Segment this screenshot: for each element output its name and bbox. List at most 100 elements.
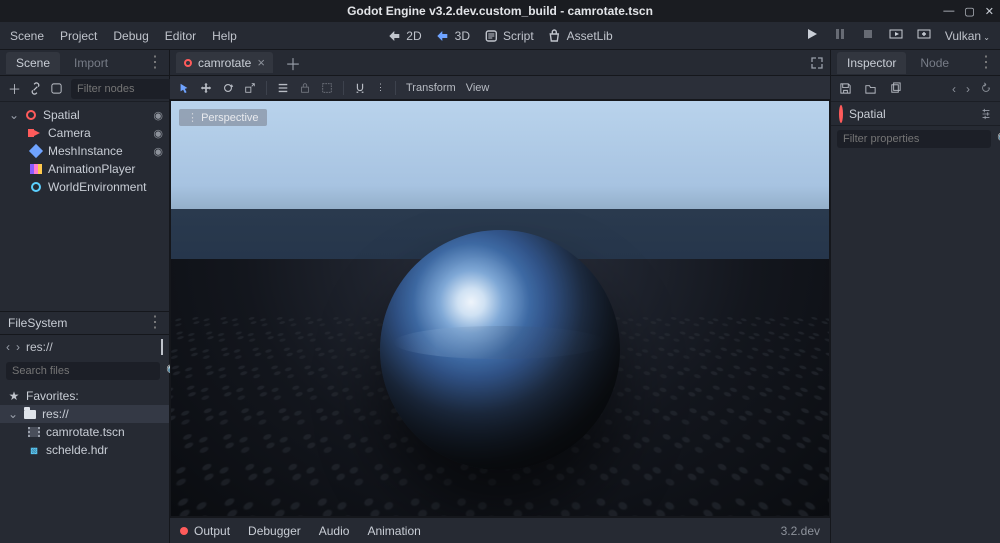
local-coords-button[interactable]: [277, 82, 289, 94]
select-mode-button[interactable]: [178, 82, 190, 94]
menu-debug[interactable]: Debug: [113, 29, 148, 43]
inspector-tools-button[interactable]: [980, 108, 992, 120]
visibility-toggle-icon[interactable]: ◉: [153, 109, 163, 122]
script-icon: [484, 29, 498, 43]
inspector-save-button[interactable]: [839, 82, 852, 95]
filesystem-view-mode-button[interactable]: [161, 340, 163, 354]
instance-scene-button[interactable]: [29, 82, 42, 95]
inspector-object-name[interactable]: Spatial: [849, 107, 886, 121]
star-icon: ★: [8, 390, 20, 402]
scale-mode-button[interactable]: [244, 82, 256, 94]
tree-node-worldenvironment[interactable]: WorldEnvironment: [0, 178, 169, 196]
tab-node[interactable]: Node: [910, 52, 959, 74]
group-button[interactable]: [321, 82, 333, 94]
filesystem-favorites-header[interactable]: ★ Favorites:: [0, 387, 169, 405]
filesystem-path[interactable]: res://: [26, 340, 155, 354]
lock-button[interactable]: [299, 82, 311, 94]
distraction-free-button[interactable]: [810, 56, 824, 70]
inspector-copy-button[interactable]: [889, 82, 902, 95]
expand-toggle-icon[interactable]: ⌄: [9, 108, 19, 122]
move-mode-button[interactable]: [200, 82, 212, 94]
close-tab-button[interactable]: ×: [257, 55, 265, 70]
visibility-toggle-icon[interactable]: ◉: [153, 145, 163, 158]
tree-node-spatial[interactable]: ⌄ Spatial ◉: [0, 106, 169, 124]
bottom-tab-animation[interactable]: Animation: [367, 524, 420, 538]
snap-button[interactable]: [354, 82, 366, 94]
transform-menu[interactable]: Transform: [406, 82, 456, 94]
tree-node-meshinstance[interactable]: MeshInstance ◉: [0, 142, 169, 160]
renderer-dropdown[interactable]: Vulkan ⌄: [945, 29, 990, 43]
inspector-history-menu-button[interactable]: [980, 82, 992, 96]
perspective-menu-button[interactable]: Perspective: [179, 109, 267, 126]
stop-button[interactable]: [861, 27, 875, 44]
inspector-history-back-button[interactable]: ‹: [952, 82, 956, 96]
workspace-assetlib-button[interactable]: AssetLib: [548, 29, 613, 43]
filesystem-back-button[interactable]: ‹: [6, 340, 10, 354]
filesystem-forward-button[interactable]: ›: [16, 340, 20, 354]
workspace-2d-button[interactable]: 2D: [387, 29, 421, 43]
add-node-button[interactable]: ＋: [8, 79, 21, 98]
tree-node-camera[interactable]: Camera ◉: [0, 124, 169, 142]
spatial-icon: [24, 108, 38, 122]
inspector-filter-input[interactable]: [837, 130, 991, 148]
left-dock: Scene Import ⋮ ＋ 🔍 ⌄ Spatial ◉ Camera ◉: [0, 50, 170, 543]
play-button[interactable]: [805, 27, 819, 44]
rotate-mode-button[interactable]: [222, 82, 234, 94]
filesystem-search-input[interactable]: [6, 362, 160, 380]
scene-tabs-bar: camrotate × ＋: [170, 50, 830, 76]
filesystem-item-root[interactable]: ⌄ res://: [0, 405, 169, 423]
list-icon: [277, 82, 289, 94]
play-custom-scene-button[interactable]: [917, 27, 931, 44]
scene-tree: ⌄ Spatial ◉ Camera ◉ MeshInstance ◉ Ani: [0, 102, 169, 200]
window-titlebar: Godot Engine v3.2.dev.custom_build - cam…: [0, 0, 1000, 22]
window-close-button[interactable]: ✕: [985, 5, 994, 18]
scene-file-icon: [28, 426, 40, 438]
3d-viewport[interactable]: Perspective: [170, 100, 830, 517]
filesystem-item-hdr[interactable]: ▧ schelde.hdr: [0, 441, 169, 459]
play-scene-button[interactable]: [889, 27, 903, 44]
pause-button[interactable]: [833, 27, 847, 44]
lock-icon: [299, 82, 311, 94]
filesystem-title: FileSystem: [8, 316, 67, 330]
menu-scene[interactable]: Scene: [10, 29, 44, 43]
menu-project[interactable]: Project: [60, 29, 97, 43]
inspector-history-fwd-button[interactable]: ›: [966, 82, 970, 96]
version-label: 3.2.dev: [781, 524, 820, 538]
workspace-script-button[interactable]: Script: [484, 29, 534, 43]
menu-editor[interactable]: Editor: [165, 29, 196, 43]
window-maximize-button[interactable]: ▢: [964, 5, 974, 18]
visibility-toggle-icon[interactable]: ◉: [153, 127, 163, 140]
bottom-tab-debugger[interactable]: Debugger: [248, 524, 301, 538]
folder-icon: [24, 408, 36, 420]
scene-tab-camrotate[interactable]: camrotate ×: [176, 52, 273, 73]
bottom-tab-audio[interactable]: Audio: [319, 524, 350, 538]
sliders-icon: [980, 108, 992, 120]
window-minimize-button[interactable]: —: [943, 5, 954, 18]
workspace-3d-button[interactable]: 3D: [436, 29, 470, 43]
link-icon: [29, 82, 42, 95]
animationplayer-icon: [29, 162, 43, 176]
arrow-2d-icon: [387, 29, 401, 43]
inspector-load-button[interactable]: [864, 82, 877, 95]
filesystem-item-scene[interactable]: camrotate.tscn: [0, 423, 169, 441]
filesystem-dock-menu-button[interactable]: ⋮: [147, 318, 163, 328]
tab-scene[interactable]: Scene: [6, 52, 60, 74]
scene-dock-menu-button[interactable]: ⋮: [147, 58, 163, 68]
spatial-icon: [839, 107, 843, 121]
view-menu[interactable]: View: [466, 82, 490, 94]
attach-script-button[interactable]: [50, 82, 63, 95]
bottom-tab-output[interactable]: Output: [194, 524, 230, 538]
tab-import[interactable]: Import: [64, 52, 118, 74]
tree-node-animationplayer[interactable]: AnimationPlayer: [0, 160, 169, 178]
menu-help[interactable]: Help: [212, 29, 237, 43]
expand-icon: [810, 56, 824, 70]
window-title: Godot Engine v3.2.dev.custom_build - cam…: [347, 4, 653, 18]
viewport-toolbar: ⋮ Transform View: [170, 76, 830, 100]
scale-icon: [244, 82, 256, 94]
new-tab-button[interactable]: ＋: [277, 51, 309, 75]
snap-options-button[interactable]: ⋮: [376, 82, 385, 93]
tab-inspector[interactable]: Inspector: [837, 52, 906, 74]
inspector-dock-menu-button[interactable]: ⋮: [978, 58, 994, 68]
copy-icon: [889, 82, 902, 95]
move-icon: [200, 82, 212, 94]
